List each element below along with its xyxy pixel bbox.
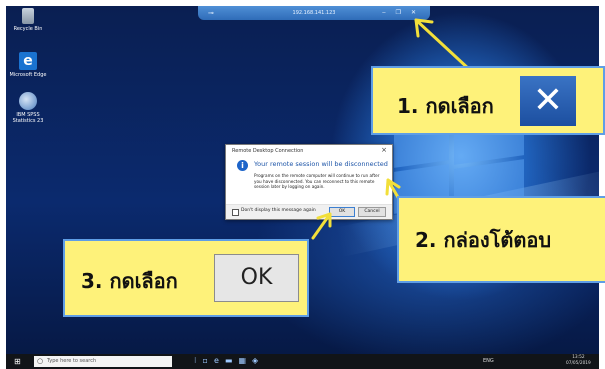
spss-icon [19,92,37,110]
desktop-icon-label: Recycle Bin [13,26,43,32]
search-icon: ○ [37,357,44,365]
close-icon[interactable]: × [381,146,387,154]
callout-step-3-text: 3. กดเลือก [81,269,178,293]
search-placeholder: Type here to search [47,358,97,364]
info-icon: i [237,160,248,171]
dont-show-label: Don't display this message again [241,208,316,213]
remote-connection-bar[interactable]: ⊸ 192.168.141.123 ‒ ❐ ✕ [198,6,430,20]
desktop-icon-label: IBM SPSS Statistics 23 [12,112,44,124]
dont-show-checkbox[interactable] [232,209,239,216]
taskbar-pinned-apps[interactable]: ⁝▫e▬▦◈ [194,356,264,365]
callout-ok-button: OK [214,254,299,302]
taskbar-date: 07/05/2019 [566,361,591,366]
desktop-icon-spss[interactable]: IBM SPSS Statistics 23 [6,92,50,124]
dialog-ok-button[interactable]: OK [329,207,355,217]
taskbar-search-box[interactable]: ○ Type here to search [34,356,172,367]
dialog-title: Remote Desktop Connection [232,148,304,154]
desktop-icon-edge[interactable]: e Microsoft Edge [6,52,50,78]
windows-start-icon[interactable]: ⊞ [14,357,21,366]
disconnect-dialog: Remote Desktop Connection × i Your remot… [225,144,393,220]
desktop-icon-recycle-bin[interactable]: Recycle Bin [6,8,50,32]
dialog-footer: Don't display this message again OK Canc… [226,204,392,219]
remote-bar-controls[interactable]: ‒ ❐ ✕ [382,6,420,20]
callout-step-2-text: 2. กล่องโต้ตอบ [415,228,552,252]
desktop-icon-label: Microsoft Edge [9,72,47,78]
dialog-body: Programs on the remote computer will con… [254,173,380,190]
taskbar-clock[interactable]: 13:52 07/05/2019 [566,355,591,367]
recycle-bin-icon [22,8,34,24]
pin-icon[interactable]: ⊸ [208,6,214,20]
dialog-cancel-button[interactable]: Cancel [358,207,386,217]
edge-icon: e [19,52,37,70]
dialog-heading: Your remote session will be disconnected [254,160,388,168]
remote-bar-title: 192.168.141.123 [292,10,336,16]
taskbar: ⊞ ○ Type here to search ⁝▫e▬▦◈ ENG 13:52… [6,354,599,369]
taskbar-language[interactable]: ENG [483,358,494,364]
callout-step-1: 1. กดเลือก ✕ [371,66,605,135]
screenshot-frame: Recycle Bin e Microsoft Edge IBM SPSS St… [0,0,605,369]
close-icon: ✕ [520,76,576,126]
callout-step-3: 3. กดเลือก OK [63,239,309,317]
callout-step-2: 2. กล่องโต้ตอบ [397,196,605,283]
callout-step-1-text: 1. กดเลือก [397,94,494,118]
